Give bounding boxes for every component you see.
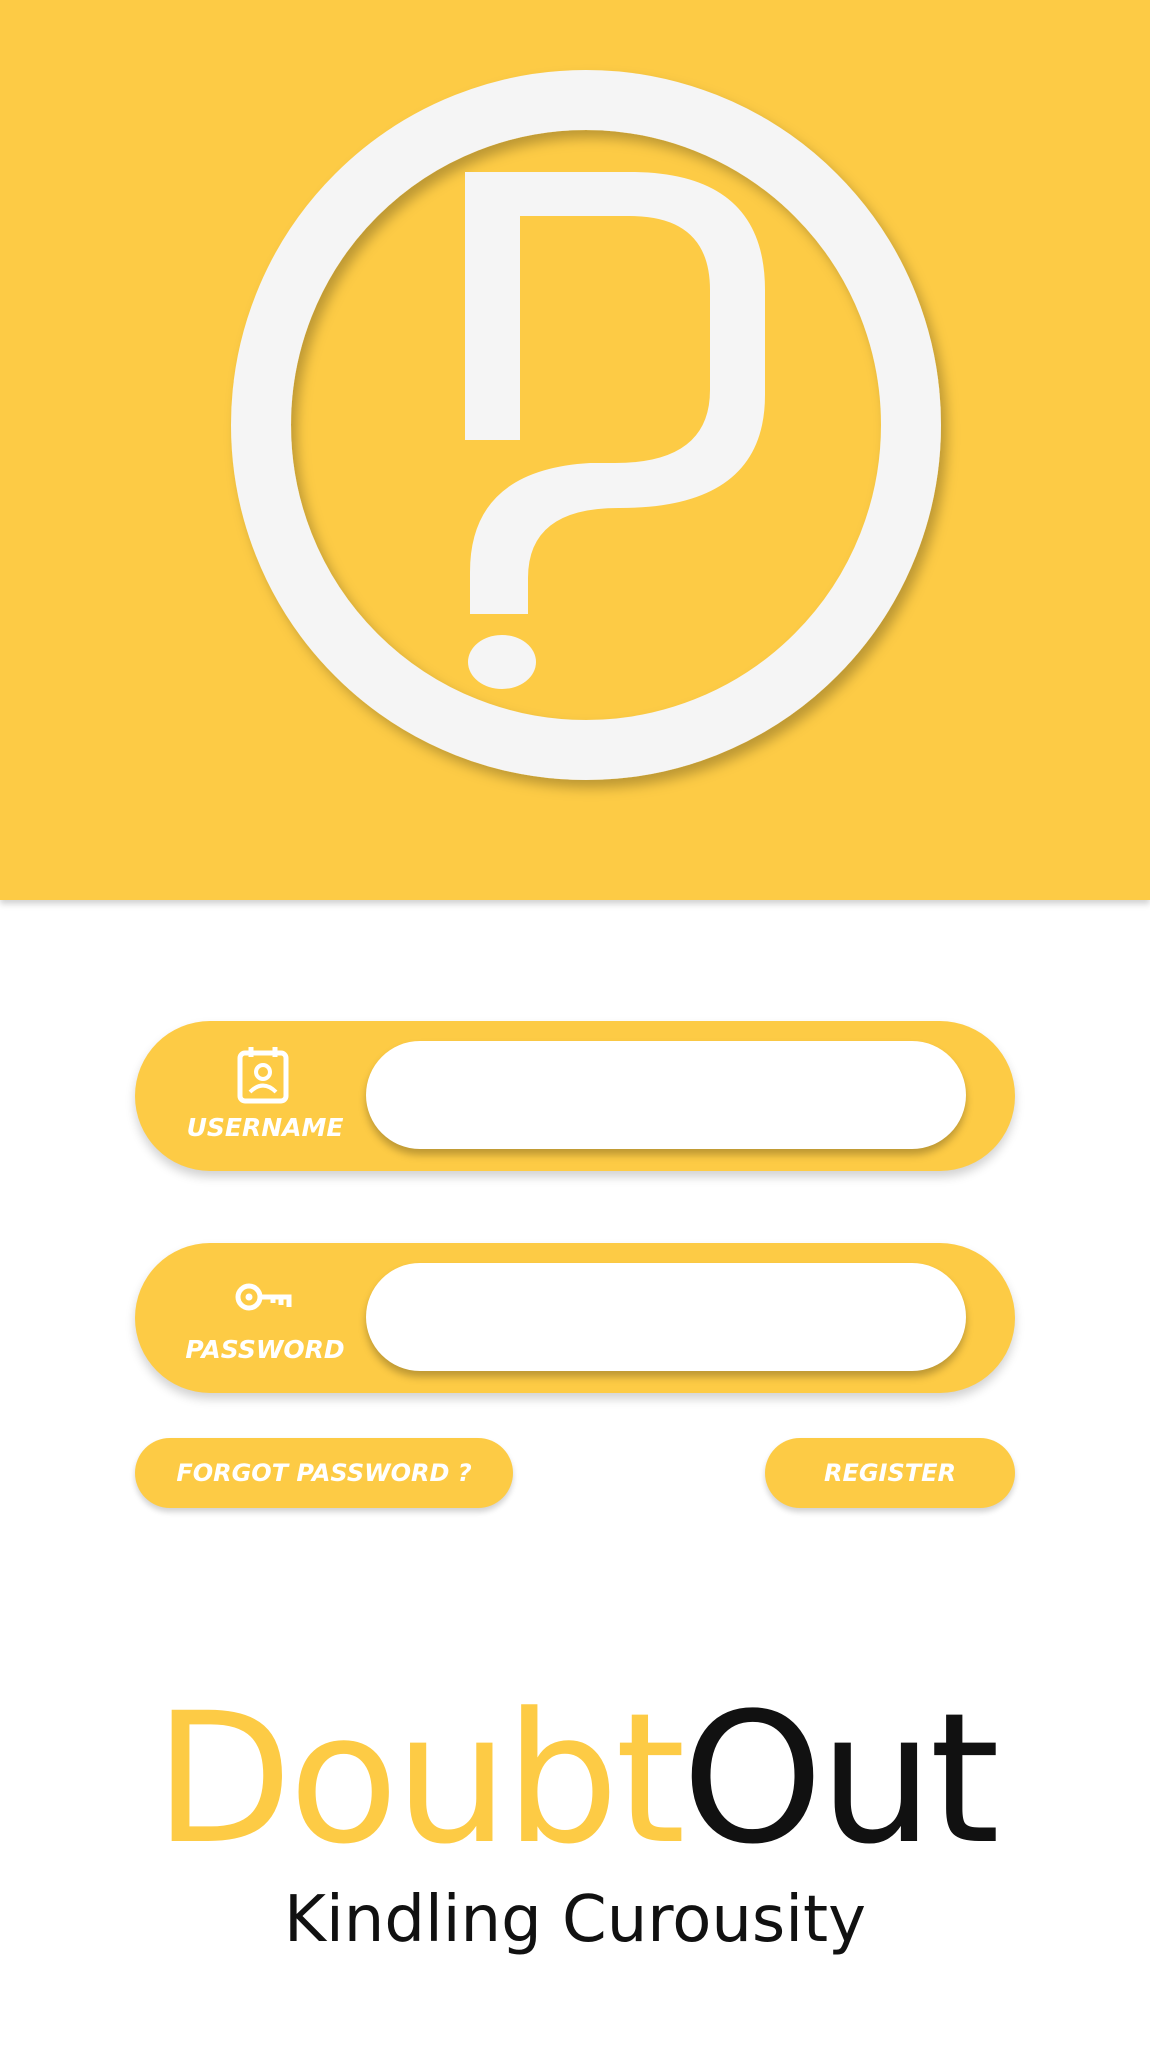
- register-button[interactable]: REGISTER: [765, 1438, 1015, 1508]
- brand-name-part1: Doubt: [154, 1675, 686, 1884]
- forgot-password-button[interactable]: FORGOT PASSWORD ?: [135, 1438, 513, 1508]
- key-icon: [235, 1283, 292, 1311]
- password-field-group: PASSWORD: [135, 1243, 1015, 1393]
- username-field-group: USERNAME: [135, 1021, 1015, 1171]
- user-badge-icon: [237, 1047, 289, 1104]
- header-banner: [0, 0, 1150, 900]
- app-logo-icon: [231, 70, 941, 780]
- brand-name-part2: Out: [681, 1675, 1000, 1884]
- brand-tagline: Kindling Curousity: [284, 1883, 866, 1957]
- username-input[interactable]: [366, 1041, 966, 1149]
- brand-wordmark: DoubtOut: [0, 1690, 1150, 1870]
- password-label: PASSWORD: [185, 1335, 345, 1364]
- password-input[interactable]: [366, 1263, 966, 1371]
- username-label: USERNAME: [186, 1113, 344, 1142]
